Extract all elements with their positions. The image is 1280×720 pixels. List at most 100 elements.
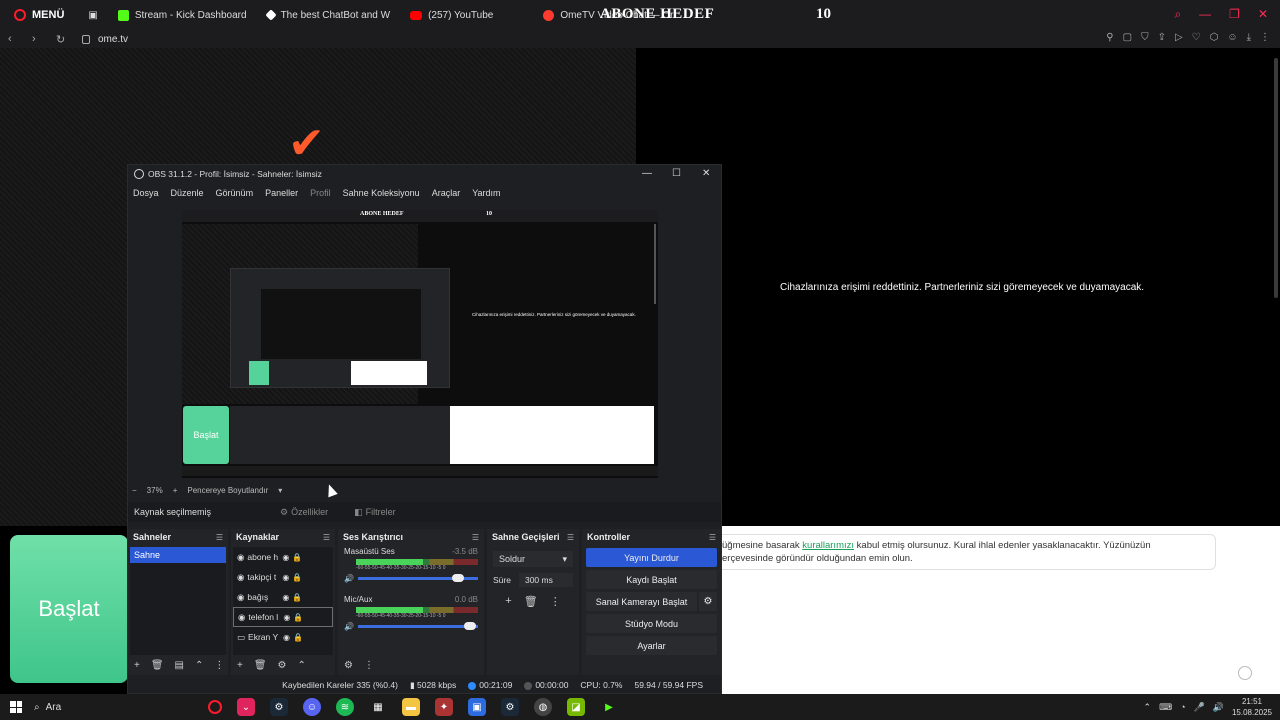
close-icon[interactable]: ✕ bbox=[702, 168, 710, 179]
filter-icon[interactable]: ▤ bbox=[175, 660, 184, 671]
source-item[interactable]: ◉ bağış ◉ 🔒 bbox=[233, 587, 333, 607]
menu-profile[interactable]: Profil bbox=[310, 188, 331, 198]
reload-icon[interactable]: ↻ bbox=[56, 33, 72, 46]
gear-icon[interactable]: ⚙ bbox=[278, 660, 287, 671]
lock-icon[interactable]: 🔒 bbox=[292, 593, 302, 602]
kebab-menu-icon[interactable]: ⋮ bbox=[1260, 32, 1270, 43]
taskbar-search[interactable]: ⌕ Ara bbox=[34, 702, 164, 713]
forward-icon[interactable]: › bbox=[32, 33, 48, 45]
kick-app-icon[interactable]: ▶ bbox=[600, 698, 618, 716]
menu-docks[interactable]: Paneller bbox=[265, 188, 298, 198]
source-item[interactable]: ◉ takipçi t ◉ 🔒 bbox=[233, 567, 333, 587]
spotify-icon[interactable]: ≋ bbox=[336, 698, 354, 716]
pin-icon[interactable]: ⚲ bbox=[1106, 32, 1113, 43]
add-icon[interactable]: + bbox=[134, 660, 140, 671]
duration-input[interactable]: 300 ms bbox=[518, 573, 573, 587]
add-icon[interactable]: + bbox=[505, 595, 511, 608]
scene-item[interactable]: Sahne bbox=[130, 547, 226, 563]
start-recording-button[interactable]: Kaydı Başlat bbox=[586, 570, 717, 589]
fit-to-window-button[interactable]: Pencereye Boyutlandır bbox=[187, 486, 268, 495]
dock-menu-icon[interactable]: ☰ bbox=[323, 533, 330, 542]
stop-streaming-button[interactable]: Yayını Durdur bbox=[586, 548, 717, 567]
virtual-camera-settings-icon[interactable]: ⚙ bbox=[699, 592, 717, 611]
minimize-icon[interactable]: — bbox=[1199, 7, 1211, 22]
lock-icon[interactable]: 🔒 bbox=[292, 573, 302, 582]
source-item[interactable]: ◉ telefon l ◉ 🔒 bbox=[233, 607, 333, 627]
zoom-out-icon[interactable]: − bbox=[132, 486, 137, 495]
emoji-icon[interactable] bbox=[1238, 666, 1252, 680]
download-icon[interactable]: ⤓ bbox=[1247, 32, 1251, 43]
dock-menu-icon[interactable]: ☰ bbox=[472, 533, 479, 542]
lock-icon[interactable]: 🔒 bbox=[292, 553, 302, 562]
kebab-menu-icon[interactable]: ⋮ bbox=[364, 660, 374, 671]
trash-icon[interactable]: 🗑 bbox=[151, 660, 164, 671]
trash-icon[interactable]: 🗑 bbox=[254, 660, 267, 671]
app-grid-icon[interactable]: ▦ bbox=[369, 698, 387, 716]
zoom-in-icon[interactable]: + bbox=[173, 486, 178, 495]
kebab-menu-icon[interactable]: ⋮ bbox=[214, 660, 224, 671]
speaker-icon[interactable]: 🔊 bbox=[344, 574, 354, 583]
keyboard-icon[interactable]: ⌨ bbox=[1159, 702, 1172, 713]
volume-icon[interactable]: 🔊 bbox=[1213, 702, 1224, 713]
gx-icon[interactable]: ⌄ bbox=[237, 698, 255, 716]
chevron-up-icon[interactable]: ⌃ bbox=[298, 660, 306, 671]
mixer-settings-icon[interactable]: ⚙ bbox=[344, 660, 353, 671]
mic-icon[interactable]: 🎤 bbox=[1194, 702, 1205, 713]
eye-icon[interactable]: ◉ bbox=[282, 553, 289, 562]
minimize-icon[interactable]: — bbox=[642, 168, 652, 179]
settings-button[interactable]: Ayarlar bbox=[586, 636, 717, 655]
lock-icon[interactable]: 🔒 bbox=[293, 613, 303, 622]
chevron-up-icon[interactable]: ⌃ bbox=[195, 660, 203, 671]
game-icon[interactable]: ✦ bbox=[435, 698, 453, 716]
trash-icon[interactable]: 🗑 bbox=[524, 595, 538, 608]
dock-menu-icon[interactable]: ☰ bbox=[567, 533, 574, 542]
studio-mode-button[interactable]: Stüdyo Modu bbox=[586, 614, 717, 633]
obs-icon[interactable]: ◍ bbox=[534, 698, 552, 716]
extensions-icon[interactable]: ⬡ bbox=[1210, 32, 1219, 43]
properties-button[interactable]: ⚙ Özellikler bbox=[280, 507, 328, 518]
source-item[interactable]: ◉ abone h ◉ 🔒 bbox=[233, 547, 333, 567]
chevron-up-icon[interactable]: ⌃ bbox=[1144, 702, 1152, 713]
profile-icon[interactable]: ☺ bbox=[1227, 32, 1237, 43]
eye-icon[interactable]: ◉ bbox=[282, 593, 289, 602]
play-icon[interactable]: ▷ bbox=[1175, 32, 1183, 43]
obs-preview[interactable]: ABONE HEDEF 10 ✔ Cihazlarınıza erişimi r… bbox=[182, 210, 658, 478]
windows-start-icon[interactable] bbox=[10, 701, 22, 713]
tab-chatbot[interactable]: The best ChatBot and W bbox=[257, 0, 401, 30]
steam-icon[interactable]: ⚙ bbox=[270, 698, 288, 716]
clock[interactable]: 21:51 15.08.2025 bbox=[1232, 696, 1272, 718]
tab-workspace-icon[interactable]: ▣ bbox=[78, 0, 107, 30]
add-icon[interactable]: + bbox=[237, 660, 243, 671]
discord-icon[interactable]: ☺ bbox=[303, 698, 321, 716]
lock-icon[interactable]: 🔒 bbox=[293, 633, 303, 642]
restore-icon[interactable]: ❐ bbox=[1229, 7, 1240, 22]
maximize-icon[interactable]: ☐ bbox=[672, 168, 681, 179]
slider-knob[interactable] bbox=[452, 574, 464, 582]
back-icon[interactable]: ‹ bbox=[8, 33, 24, 45]
opera-menu-button[interactable]: MENÜ bbox=[0, 0, 78, 30]
volume-slider[interactable] bbox=[357, 622, 478, 630]
rules-link[interactable]: kurallarımızı bbox=[802, 540, 854, 551]
start-virtual-camera-button[interactable]: Sanal Kamerayı Başlat bbox=[586, 592, 697, 611]
eye-icon[interactable]: ◉ bbox=[282, 573, 289, 582]
shield-icon[interactable]: ⛉ bbox=[1141, 32, 1149, 43]
dock-menu-icon[interactable]: ☰ bbox=[709, 533, 716, 542]
menu-file[interactable]: Dosya bbox=[133, 188, 159, 198]
snapshot-icon[interactable]: ▢ bbox=[1123, 32, 1132, 43]
filters-button[interactable]: ◧ Filtreler bbox=[354, 507, 396, 518]
url-field[interactable]: ome.tv bbox=[98, 34, 128, 45]
close-icon[interactable]: ✕ bbox=[1258, 7, 1268, 22]
folder-icon[interactable]: ▬ bbox=[402, 698, 420, 716]
slider-knob[interactable] bbox=[464, 622, 476, 630]
menu-view[interactable]: Görünüm bbox=[216, 188, 254, 198]
heart-icon[interactable]: ♡ bbox=[1192, 32, 1201, 43]
network-icon[interactable]: ◔ bbox=[1180, 702, 1185, 712]
menu-edit[interactable]: Düzenle bbox=[171, 188, 204, 198]
nvidia-icon[interactable]: ◪ bbox=[567, 698, 585, 716]
page-scrollbar[interactable] bbox=[1274, 58, 1278, 298]
eye-icon[interactable]: ◉ bbox=[283, 633, 290, 642]
speaker-icon[interactable]: 🔊 bbox=[344, 622, 354, 631]
tab-youtube[interactable]: (257) YouTube bbox=[400, 0, 503, 30]
steam-icon-2[interactable]: ⚙ bbox=[501, 698, 519, 716]
menu-tools[interactable]: Araçlar bbox=[432, 188, 461, 198]
